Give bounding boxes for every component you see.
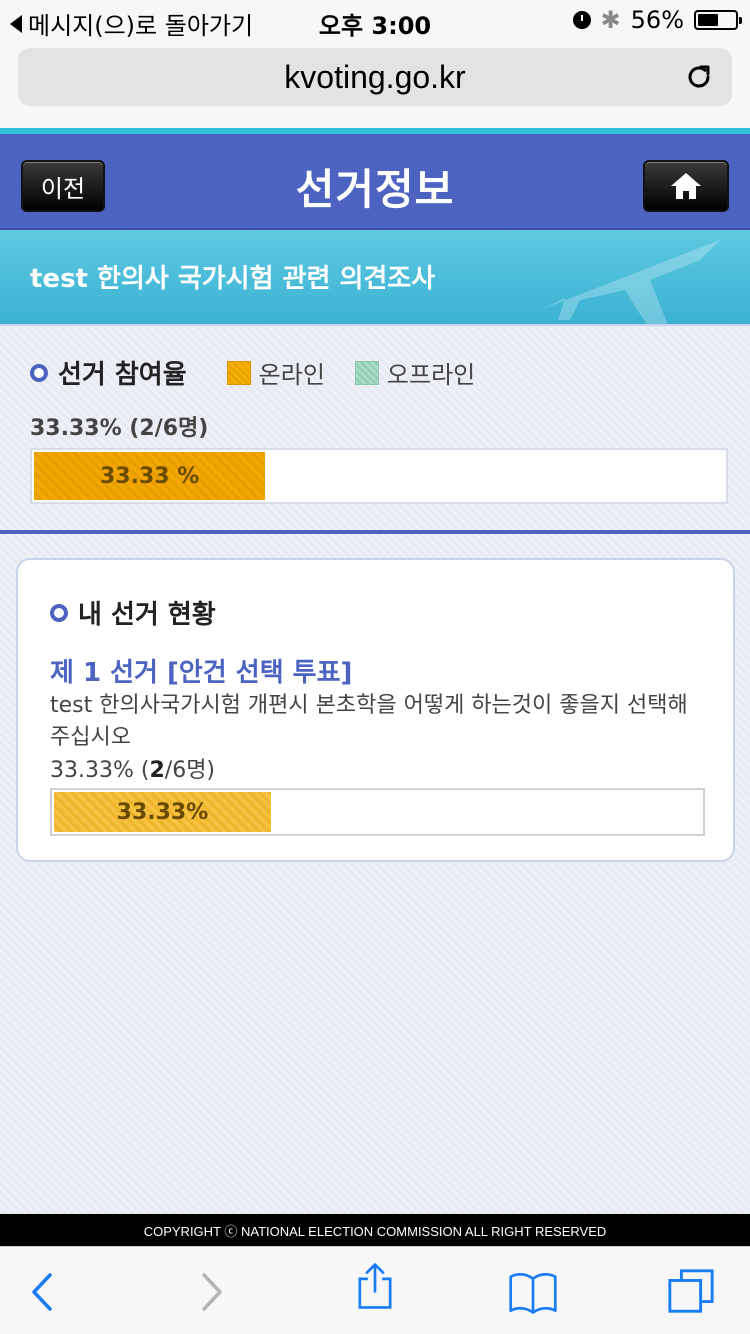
subject-title: test 한의사 국가시험 관련 의견조사	[30, 264, 436, 294]
address-bar[interactable]: kvoting.go.kr	[18, 48, 732, 106]
battery-icon	[694, 10, 742, 30]
summary-count: 2	[149, 758, 165, 783]
url-text: kvoting.go.kr	[284, 58, 466, 95]
subject-banner: test 한의사 국가시험 관련 의견조사	[0, 230, 750, 324]
address-bar-area: kvoting.go.kr	[0, 40, 750, 128]
participation-legend: 선거 참여율 온라인 오프라인	[30, 354, 505, 391]
reload-icon[interactable]	[684, 62, 714, 92]
participation-label: 선거 참여율	[58, 360, 187, 390]
election-description: test 한의사국가시험 개편시 본초학을 어떻게 하는것이 좋을지 선택해 주…	[50, 693, 688, 750]
offline-swatch	[354, 360, 379, 385]
browser-toolbar	[0, 1246, 750, 1334]
participation-bar: 33.33 %	[30, 448, 728, 504]
bookmarks-icon[interactable]	[508, 1267, 558, 1317]
my-election-card: 내 선거 현황 제 1 선거 [안건 선택 투표] test 한의사국가시험 개…	[16, 558, 735, 862]
battery-percent: 56%	[630, 6, 684, 34]
home-button[interactable]	[643, 160, 729, 212]
summary-prefix: 33.33% (	[50, 758, 150, 783]
copyright-footer: COPYRIGHT ⓒ NATIONAL ELECTION COMMISSION…	[0, 1214, 750, 1246]
back-icon[interactable]	[18, 1267, 68, 1317]
forward-icon[interactable]	[186, 1267, 236, 1317]
share-icon[interactable]	[350, 1261, 400, 1311]
bullet-ring-icon	[30, 363, 48, 382]
my-election-heading-text: 내 선거 현황	[78, 600, 216, 630]
section-divider	[0, 530, 750, 534]
participation-summary: 33.33% (2/6명)	[30, 416, 209, 441]
home-icon	[671, 173, 701, 199]
legend-offline: 오프라인	[386, 361, 476, 389]
bluetooth-icon: ✱	[600, 6, 621, 34]
election-bar: 33.33%	[50, 788, 705, 836]
alarm-icon	[572, 11, 591, 29]
status-bar: 메시지(으)로 돌아가기 오후 3:00 ✱ 56%	[0, 0, 750, 40]
tabs-icon[interactable]	[666, 1267, 716, 1317]
legend-online: 온라인	[258, 361, 325, 389]
bullet-ring-icon	[50, 603, 68, 622]
participation-section: 선거 참여율 온라인 오프라인 33.33% (2/6명) 33.33 %	[0, 326, 750, 530]
page-header: 이전 선거정보	[0, 134, 750, 230]
web-page: 이전 선거정보 test 한의사 국가시험 관련 의견조사 선거 참여율 온라인…	[0, 128, 750, 1214]
election-summary: 33.33% (2/6명)	[50, 752, 215, 784]
participation-bar-fill: 33.33 %	[34, 452, 266, 500]
summary-suffix: /6명)	[164, 758, 216, 783]
election-bar-fill: 33.33%	[54, 792, 271, 832]
my-election-heading: 내 선거 현황	[50, 594, 216, 631]
election-title-link[interactable]: 제 1 선거 [안건 선택 투표]	[50, 652, 352, 689]
status-right: ✱ 56%	[572, 6, 742, 34]
online-swatch	[226, 360, 251, 385]
page-title: 선거정보	[295, 165, 455, 214]
airplane-watermark-icon	[540, 240, 720, 324]
